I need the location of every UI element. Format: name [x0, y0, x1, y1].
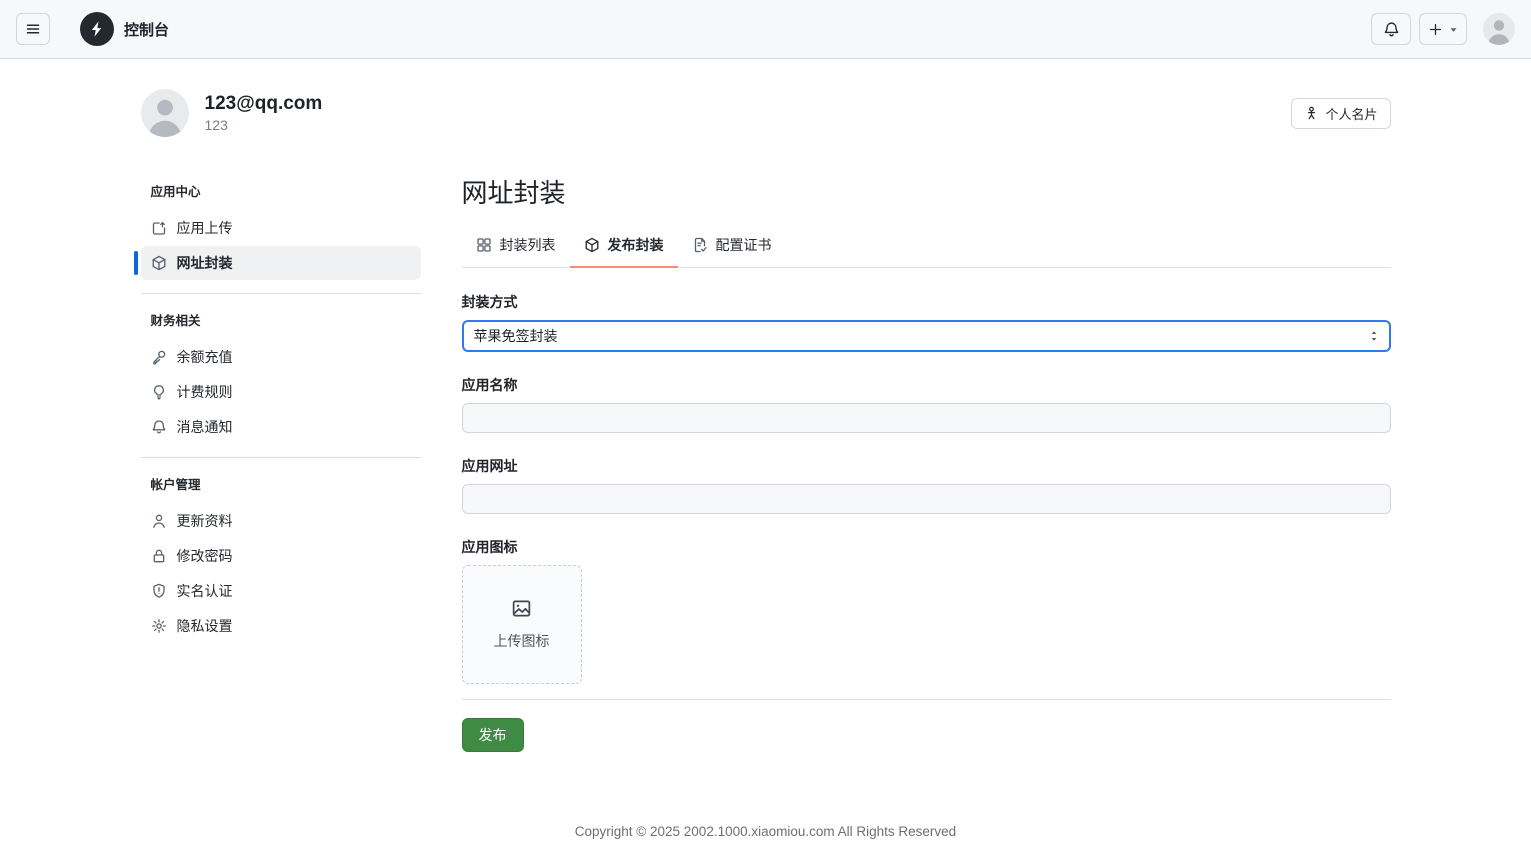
hamburger-icon	[25, 21, 41, 37]
add-new-button[interactable]	[1419, 13, 1467, 45]
lock-icon	[151, 548, 167, 564]
navbar-avatar[interactable]	[1483, 13, 1515, 45]
sidebar-divider	[140, 293, 421, 294]
personal-card-label: 个人名片	[1325, 106, 1378, 122]
sidebar-item-label: 计费规则	[176, 384, 233, 400]
tab-publish-package[interactable]: 发布封装	[569, 226, 678, 268]
app-icon-label: 应用图标	[461, 539, 518, 555]
sidebar-item-label: 实名认证	[176, 583, 233, 599]
publish-button[interactable]: 发布	[461, 718, 524, 752]
profile-username: 123	[204, 117, 228, 133]
hamburger-menu-button[interactable]	[16, 13, 50, 45]
package-method-label: 封装方式	[461, 294, 518, 310]
form-divider	[461, 699, 1391, 700]
tab-package-list[interactable]: 封装列表	[462, 226, 570, 268]
upload-box-icon	[151, 220, 167, 236]
main-content: 网址封装 封装列表 发布封装 配置证书 封装方式 苹果免签封装 应用名称 应用网…	[461, 173, 1391, 752]
sidebar-item-label: 余额充值	[176, 349, 233, 365]
bell-icon	[151, 419, 167, 435]
sidebar-divider	[140, 457, 421, 458]
sidebar-item-change-password[interactable]: 修改密码	[141, 539, 421, 573]
sidebar-item-update-profile[interactable]: 更新资料	[141, 504, 421, 538]
sidebar-item-privacy-settings[interactable]: 隐私设置	[141, 609, 421, 643]
profile-avatar	[140, 89, 189, 137]
chevron-down-icon	[1449, 26, 1458, 33]
app-name-input[interactable]	[461, 403, 1391, 433]
person-card-icon	[1304, 106, 1319, 121]
sidebar-item-label: 网址封装	[176, 255, 233, 271]
sidebar-item-app-upload[interactable]: 应用上传	[141, 211, 421, 245]
package-icon	[151, 255, 167, 271]
tab-nav: 封装列表 发布封装 配置证书	[461, 226, 1391, 268]
app-url-label: 应用网址	[461, 458, 518, 474]
upload-icon-text: 上传图标	[493, 633, 550, 649]
tab-configure-certificate[interactable]: 配置证书	[678, 226, 786, 268]
sidebar-section-title: 应用中心	[150, 185, 201, 199]
publish-package-form: 封装方式 苹果免签封装 应用名称 应用网址 应用图标 上传图标 发布	[461, 292, 1391, 752]
sidebar-item-billing-rules[interactable]: 计费规则	[141, 375, 421, 409]
package-method-select[interactable]: 苹果免签封装	[461, 320, 1391, 352]
app-url-input[interactable]	[461, 484, 1391, 514]
sidebar-item-balance-recharge[interactable]: 余额充值	[141, 340, 421, 374]
sidebar-item-label: 修改密码	[176, 548, 233, 564]
tab-label: 发布封装	[607, 237, 664, 253]
lightbulb-icon	[151, 384, 167, 400]
sidebar-item-url-package[interactable]: 网址封装	[133, 246, 421, 280]
profile-header: 123@qq.com 123 个人名片	[140, 89, 1391, 137]
key-icon	[151, 349, 167, 365]
shield-icon	[151, 583, 167, 599]
sidebar-item-label: 消息通知	[176, 419, 233, 435]
package-icon	[584, 237, 600, 253]
profile-email: 123@qq.com	[204, 93, 323, 114]
gear-icon	[151, 618, 167, 634]
file-check-icon	[692, 237, 708, 253]
sidebar-item-label: 应用上传	[176, 220, 233, 236]
personal-card-button[interactable]: 个人名片	[1291, 97, 1391, 129]
sidebar-item-real-name-verify[interactable]: 实名认证	[141, 574, 421, 608]
sidebar-item-notifications[interactable]: 消息通知	[141, 410, 421, 444]
sidebar-item-label: 隐私设置	[176, 618, 233, 634]
plus-icon	[1428, 22, 1443, 37]
tab-label: 封装列表	[499, 237, 556, 253]
icon-upload-dropzone[interactable]: 上传图标	[461, 565, 582, 684]
tab-label: 配置证书	[715, 237, 772, 253]
notifications-button[interactable]	[1371, 13, 1411, 45]
navbar-title: 控制台	[124, 21, 170, 39]
app-name-label: 应用名称	[461, 377, 518, 393]
sidebar-section-title: 财务相关	[150, 314, 201, 328]
zap-logo[interactable]	[80, 12, 114, 46]
top-navbar: 控制台	[0, 0, 1531, 59]
person-icon	[151, 513, 167, 529]
sidebar-nav: 应用中心 应用上传 网址封装 财务相关 余额充值 计费规则 消息通知 帐户管理 …	[133, 173, 421, 752]
image-icon	[511, 598, 532, 619]
footer-copyright: Copyright © 2025 2002.1000.xiaomiou.com …	[574, 824, 957, 839]
sidebar-section-title: 帐户管理	[150, 478, 201, 492]
sidebar-item-label: 更新资料	[176, 513, 233, 529]
bell-icon	[1383, 21, 1400, 38]
apps-icon	[476, 237, 492, 253]
page-title: 网址封装	[461, 178, 566, 208]
